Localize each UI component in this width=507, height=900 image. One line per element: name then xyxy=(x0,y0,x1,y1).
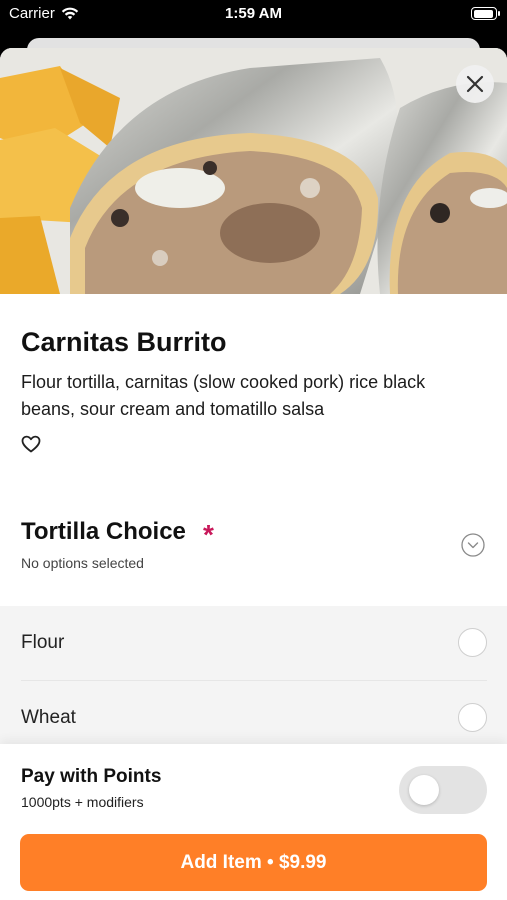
option-label: Wheat xyxy=(21,707,76,728)
close-icon xyxy=(466,75,484,93)
tortilla-choice-title: Tortilla Choice xyxy=(21,518,186,545)
status-bar: Carrier 1:59 AM xyxy=(0,0,507,30)
pay-with-points-label: Pay with Points xyxy=(21,766,162,787)
heart-icon[interactable] xyxy=(21,435,41,453)
option-radio[interactable] xyxy=(458,703,487,732)
toggle-knob xyxy=(409,775,439,805)
item-detail-sheet: Carnitas Burrito Flour tortilla, carnita… xyxy=(0,48,507,900)
pay-with-points-toggle[interactable] xyxy=(399,766,487,814)
item-title: Carnitas Burrito xyxy=(21,327,227,357)
checkout-panel: Pay with Points 1000pts + modifiers Add … xyxy=(0,744,507,900)
chevron-down-icon[interactable] xyxy=(461,533,485,557)
add-item-button[interactable]: Add Item • $9.99 xyxy=(20,834,487,891)
tortilla-choice-status: No options selected xyxy=(21,555,144,571)
item-description: Flour tortilla, carnitas (slow cooked po… xyxy=(21,372,426,419)
battery-icon xyxy=(471,7,500,20)
option-flour[interactable]: Flour xyxy=(0,606,507,681)
status-time: 1:59 AM xyxy=(225,5,282,22)
item-image xyxy=(0,48,507,294)
close-button[interactable] xyxy=(456,65,494,103)
required-indicator: * xyxy=(203,519,214,550)
points-cost: 1000pts + modifiers xyxy=(21,794,144,810)
option-label: Flour xyxy=(21,632,65,653)
tortilla-options-list: Flour Wheat xyxy=(0,606,507,756)
option-radio[interactable] xyxy=(458,628,487,657)
